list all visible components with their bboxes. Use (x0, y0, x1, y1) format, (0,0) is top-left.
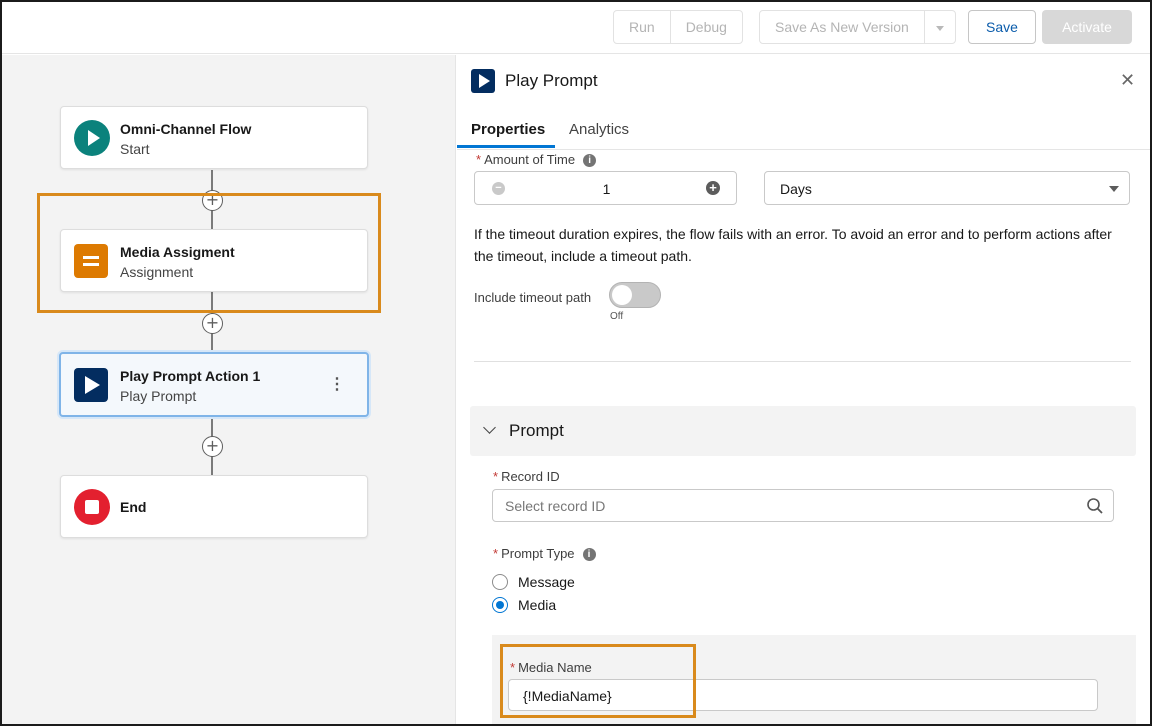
play-prompt-icon (74, 368, 108, 402)
toggle-knob (612, 285, 632, 305)
toolbar: Run Debug Save As New Version Save Activ… (2, 2, 1150, 54)
record-id-label: * Record ID (493, 469, 560, 484)
node-title: End (120, 499, 147, 515)
increment-icon[interactable]: + (706, 181, 720, 195)
save-options-dropdown[interactable] (925, 11, 955, 43)
flow-node-start[interactable]: Omni-Channel Flow Start (60, 106, 368, 169)
flow-canvas[interactable]: Omni-Channel Flow Start + Media Assigmen… (2, 55, 456, 724)
divider (474, 361, 1131, 362)
record-id-input[interactable] (493, 490, 1083, 521)
add-element-button[interactable]: + (202, 436, 223, 457)
amount-value[interactable]: 1 (475, 181, 738, 197)
app-frame: Run Debug Save As New Version Save Activ… (0, 0, 1152, 726)
node-title: Omni-Channel Flow (120, 121, 252, 137)
time-unit-select[interactable]: Days (764, 171, 1130, 205)
prompt-type-label: * Prompt Type i (493, 546, 596, 561)
amount-of-time-label: * Amount of Time i (476, 152, 597, 167)
properties-panel: Play Prompt ✕ Properties Analytics * Amou… (457, 55, 1150, 724)
include-timeout-label: Include timeout path (474, 290, 592, 305)
save-as-new-version-button[interactable]: Save As New Version (760, 11, 925, 43)
radio-label: Media (518, 597, 557, 613)
record-id-search (492, 489, 1114, 522)
run-button[interactable]: Run (614, 11, 671, 43)
tab-analytics[interactable]: Analytics (569, 121, 629, 138)
play-prompt-icon (471, 69, 495, 93)
radio-button[interactable] (492, 574, 508, 590)
panel-title: Play Prompt (505, 71, 598, 90)
node-subtitle: Start (120, 141, 150, 157)
timeout-help-text: If the timeout duration expires, the flo… (474, 226, 1112, 264)
debug-button[interactable]: Debug (671, 11, 742, 43)
save-as-group: Save As New Version (759, 10, 956, 44)
node-title: Play Prompt Action 1 (120, 368, 261, 384)
flow-node-end[interactable]: End (60, 475, 368, 538)
highlight-annotation (37, 193, 381, 313)
info-icon[interactable]: i (582, 548, 596, 561)
radio-label: Message (518, 574, 575, 590)
radio-button-checked[interactable] (492, 597, 508, 613)
run-debug-group: Run Debug (613, 10, 743, 44)
time-unit-value: Days (780, 181, 812, 197)
stop-icon (74, 489, 110, 525)
save-button[interactable]: Save (968, 10, 1036, 44)
info-icon[interactable]: i (583, 154, 597, 167)
toggle-state-label: Off (610, 311, 624, 322)
active-tab-indicator (457, 145, 555, 148)
close-icon[interactable]: ✕ (1120, 70, 1135, 91)
chevron-down-icon (483, 421, 496, 434)
prompt-section-header[interactable]: Prompt (470, 406, 1136, 456)
flow-node-play-prompt[interactable]: Play Prompt Action 1 Play Prompt ⋮ (59, 352, 369, 417)
more-actions-icon[interactable]: ⋮ (329, 374, 345, 394)
chevron-down-icon (1109, 186, 1119, 192)
add-element-button[interactable]: + (202, 313, 223, 334)
highlight-annotation (500, 644, 696, 718)
include-timeout-toggle[interactable] (609, 282, 661, 308)
tab-properties[interactable]: Properties (471, 121, 545, 138)
panel-tabs: Properties Analytics (457, 107, 1150, 150)
play-circle-icon (74, 120, 110, 156)
activate-button[interactable]: Activate (1042, 10, 1132, 44)
node-subtitle: Play Prompt (120, 388, 197, 404)
section-title: Prompt (509, 421, 564, 440)
search-icon[interactable] (1086, 497, 1104, 515)
chevron-down-icon (935, 25, 944, 31)
amount-of-time-stepper: − 1 + (474, 171, 737, 205)
